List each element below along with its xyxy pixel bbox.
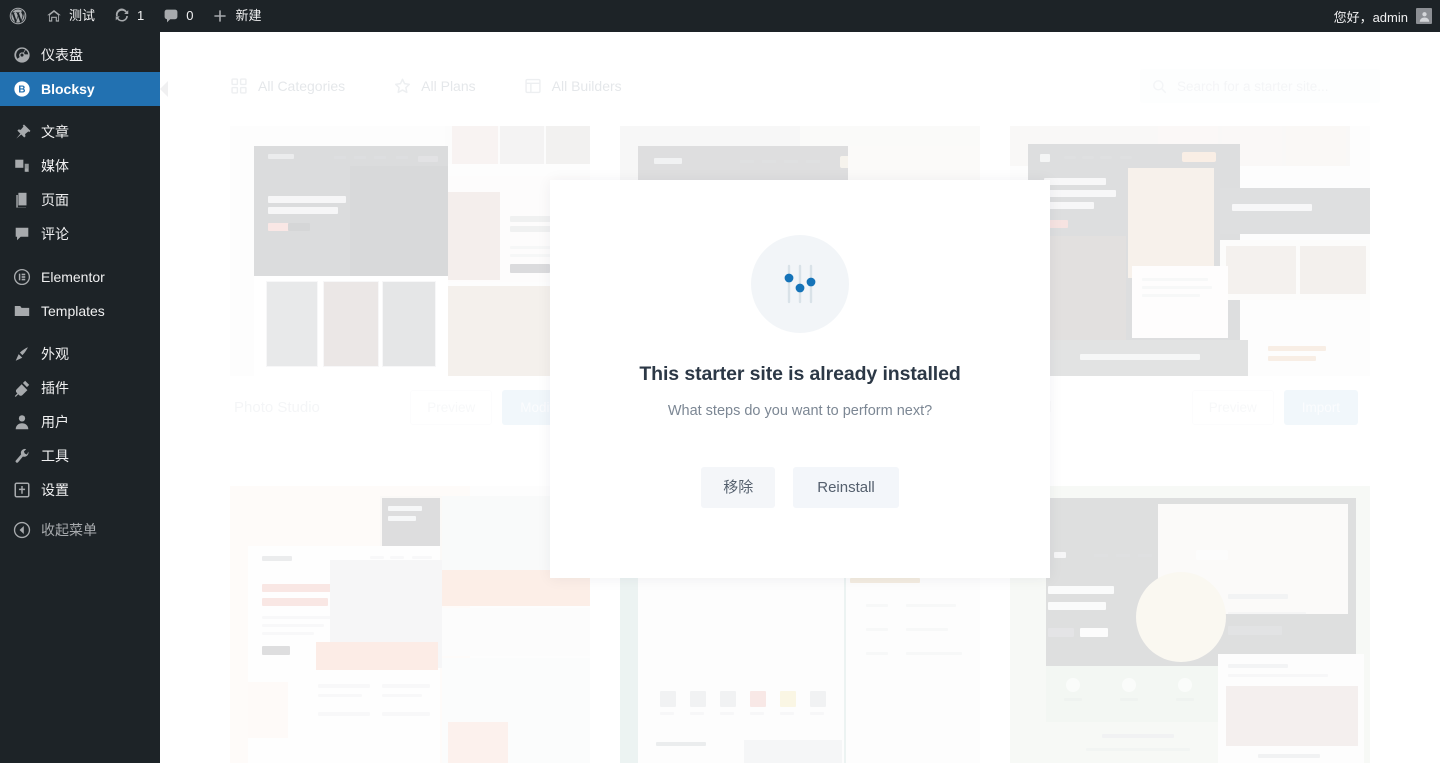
plugins-plug-icon [12,378,32,398]
sidebar-item-dashboard[interactable]: 仪表盘 [0,38,160,72]
wordpress-logo-icon [9,7,27,25]
admin-bar: 测试 1 0 新建 您好，admin [0,0,1440,32]
sidebar-item-label: Templates [41,303,105,319]
remove-button[interactable]: 移除 [701,467,776,508]
sidebar-item-label: 用户 [41,414,69,430]
elementor-icon [12,267,32,287]
sidebar-item-users[interactable]: 用户 [0,405,160,439]
my-account-menu[interactable]: 您好，admin [1334,7,1440,26]
comments-button[interactable]: 0 [153,0,202,32]
new-content-label: 新建 [235,8,262,23]
menu-separator [0,328,160,337]
sidebar-item-pages[interactable]: 页面 [0,183,160,217]
greeting-label: 您好，admin [1333,9,1408,25]
comment-icon [162,7,180,25]
admin-sidebar-menu: 仪表盘 B Blocksy 文章 媒体 页面 评论 Elementor Temp… [0,32,168,763]
modal-subtitle: What steps do you want to perform next? [667,403,933,419]
sidebar-item-blocksy[interactable]: B Blocksy [0,72,168,106]
appearance-brush-icon [12,344,32,364]
plus-icon [211,7,229,25]
user-avatar-icon [1416,8,1432,24]
sidebar-item-label: 工具 [41,448,69,464]
sidebar-item-comments[interactable]: 评论 [0,217,160,251]
site-name-button[interactable]: 测试 [36,0,104,32]
collapse-menu-button[interactable]: 收起菜单 [0,513,160,547]
wordpress-logo-button[interactable] [0,0,36,32]
current-menu-arrow-icon [160,81,168,97]
updates-count: 1 [137,8,145,23]
reinstall-button[interactable]: Reinstall [793,467,899,508]
menu-separator [0,251,160,260]
sidebar-item-elementor[interactable]: Elementor [0,260,160,294]
sidebar-item-label: 页面 [41,192,69,208]
templates-folder-icon [12,301,32,321]
modal-title: This starter site is already installed [639,363,961,385]
sidebar-item-label: 外观 [41,346,69,362]
comments-count: 0 [186,8,194,23]
sidebar-item-label: 评论 [41,226,69,242]
collapse-arrow-icon [12,520,32,540]
users-icon [12,412,32,432]
menu-separator [0,106,160,115]
sidebar-item-label: 设置 [41,482,69,498]
sidebar-item-label: Blocksy [41,81,95,97]
collapse-menu-label: 收起菜单 [41,522,97,538]
sidebar-item-appearance[interactable]: 外观 [0,337,160,371]
media-icon [12,156,32,176]
pages-icon [12,190,32,210]
sidebar-item-label: Elementor [41,269,105,285]
sidebar-item-label: 媒体 [41,158,69,174]
site-name-label: 测试 [69,8,96,23]
sliders-settings-icon [751,235,849,333]
updates-button[interactable]: 1 [104,0,153,32]
sidebar-item-label: 仪表盘 [41,47,83,63]
sidebar-item-label: 文章 [41,124,69,140]
dashboard-icon [12,45,32,65]
home-icon [45,7,63,25]
comments-icon [12,224,32,244]
sidebar-item-tools[interactable]: 工具 [0,439,160,473]
tools-wrench-icon [12,446,32,466]
sidebar-item-templates[interactable]: Templates [0,294,160,328]
already-installed-modal: This starter site is already installed W… [550,180,1050,578]
new-content-button[interactable]: 新建 [202,0,270,32]
posts-pin-icon [12,122,32,142]
sidebar-item-plugins[interactable]: 插件 [0,371,160,405]
svg-text:B: B [18,85,25,96]
sidebar-item-media[interactable]: 媒体 [0,149,160,183]
update-icon [113,7,131,25]
blocksy-icon: B [12,79,32,99]
sidebar-item-label: 插件 [41,380,69,396]
modal-actions: 移除 Reinstall [701,467,899,508]
sidebar-item-posts[interactable]: 文章 [0,115,160,149]
settings-icon [12,480,32,500]
sidebar-item-settings[interactable]: 设置 [0,473,160,507]
